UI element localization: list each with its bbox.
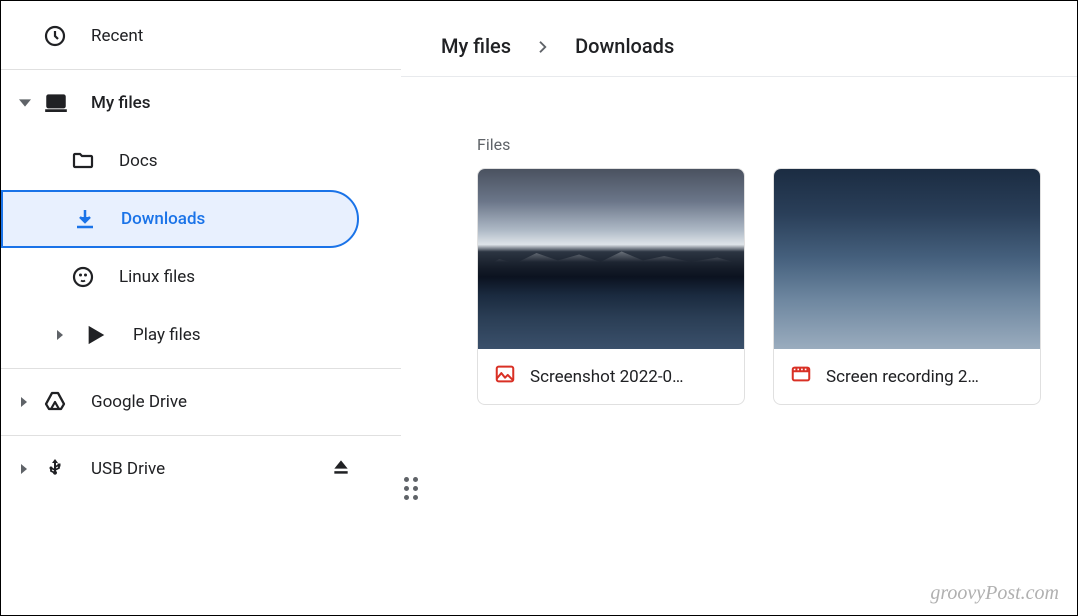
chevron-down-icon	[19, 97, 43, 109]
sidebar-label-linux: Linux files	[119, 267, 195, 287]
file-name: Screenshot 2022-0…	[530, 367, 683, 387]
sidebar-label-my-files: My files	[91, 93, 151, 113]
file-thumbnail	[478, 169, 744, 349]
section-label-files: Files	[401, 77, 1077, 168]
image-icon	[494, 363, 516, 390]
sidebar-item-usb-drive[interactable]: USB Drive	[1, 440, 401, 498]
play-store-icon	[85, 324, 115, 346]
clock-icon	[43, 24, 73, 48]
sidebar-label-recent: Recent	[91, 26, 143, 46]
divider	[1, 368, 401, 369]
watermark: groovyPost.com	[930, 582, 1059, 605]
usb-icon	[43, 457, 73, 481]
laptop-icon	[43, 90, 73, 116]
main-panel: My files Downloads Files Screenshot 2022…	[401, 1, 1077, 615]
sidebar-label-docs: Docs	[119, 151, 158, 171]
sidebar-label-downloads: Downloads	[121, 209, 205, 229]
penguin-icon	[71, 265, 101, 289]
file-grid: Screenshot 2022-0… Screen recording 2…	[401, 168, 1077, 405]
chevron-right-icon	[19, 464, 43, 474]
sidebar-item-recent[interactable]: Recent	[1, 7, 401, 65]
chevron-right-icon	[537, 34, 549, 58]
sidebar-item-linux-files[interactable]: Linux files	[1, 248, 401, 306]
resize-handle[interactable]	[404, 477, 418, 500]
download-icon	[73, 207, 103, 231]
file-thumbnail	[774, 169, 1040, 349]
sidebar-item-downloads[interactable]: Downloads	[1, 190, 359, 248]
sidebar-item-my-files[interactable]: My files	[1, 74, 401, 132]
chevron-right-icon	[19, 397, 43, 407]
sidebar-item-google-drive[interactable]: Google Drive	[1, 373, 401, 431]
breadcrumb-current[interactable]: Downloads	[575, 34, 674, 58]
chevron-right-icon	[55, 330, 79, 340]
eject-button[interactable]	[331, 457, 351, 482]
folder-icon	[71, 149, 101, 173]
drive-icon	[43, 390, 73, 414]
breadcrumb: My files Downloads	[401, 15, 1077, 77]
sidebar-item-docs[interactable]: Docs	[1, 132, 401, 190]
video-icon	[790, 363, 812, 390]
divider	[1, 69, 401, 70]
file-name: Screen recording 2…	[826, 367, 979, 387]
sidebar-label-drive: Google Drive	[91, 392, 187, 412]
sidebar-item-play-files[interactable]: Play files	[1, 306, 401, 364]
sidebar-label-usb: USB Drive	[91, 459, 165, 479]
sidebar-label-play: Play files	[133, 325, 201, 345]
sidebar: Recent My files Docs Downloads	[1, 1, 401, 615]
breadcrumb-root[interactable]: My files	[441, 34, 511, 58]
divider	[1, 435, 401, 436]
file-tile[interactable]: Screen recording 2…	[773, 168, 1041, 405]
file-tile[interactable]: Screenshot 2022-0…	[477, 168, 745, 405]
